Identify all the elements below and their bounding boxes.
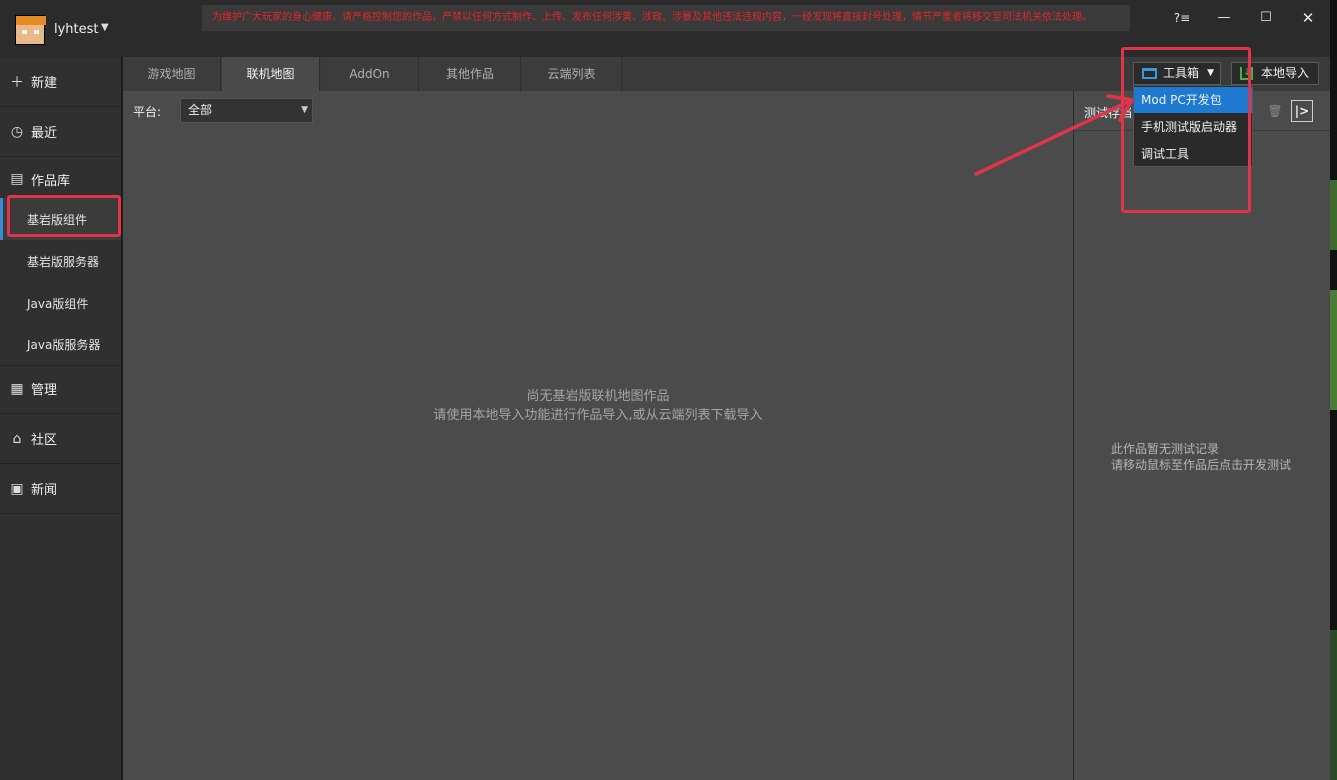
edge-patch (1330, 630, 1337, 780)
background-window-edge (1330, 0, 1337, 780)
sidebar-item-label: 作品库 (31, 173, 71, 189)
help-button[interactable]: ?≡ (1170, 8, 1194, 28)
plus-icon: ＋ (10, 74, 24, 91)
chevron-down-icon: ▼ (301, 105, 308, 115)
library-icon: ▤ (10, 171, 24, 187)
dashboard-icon: ▦ (10, 380, 24, 397)
avatar-hair (16, 16, 46, 25)
tab-game-maps[interactable]: 游戏地图 (123, 57, 221, 91)
empty-state: 尚无基岩版联机地图作品 请使用本地导入功能进行作品导入,或从云端列表下载导入 (123, 387, 1073, 425)
empty-state-title: 尚无基岩版联机地图作品 (526, 389, 670, 404)
avatar-eye-right (34, 30, 39, 34)
local-import-label: 本地导入 (1261, 66, 1310, 80)
works-content-area: 平台: 全部 ▼ 尚无基岩版联机地图作品 请使用本地导入功能进行作品导入,或从云… (123, 91, 1073, 780)
close-button[interactable]: ✕ (1296, 8, 1320, 28)
platform-select[interactable]: 全部 ▼ (180, 98, 313, 123)
platform-select-value: 全部 (188, 103, 213, 117)
sidebar-subitem-bedrock-servers[interactable]: 基岩版服务器 (0, 240, 121, 282)
sidebar-item-manage[interactable]: ▦ 管理 (0, 364, 121, 414)
sidebar-item-news[interactable]: ▣ 新闻 (0, 464, 121, 514)
tab-multiplayer-maps[interactable]: 联机地图 (222, 57, 320, 91)
sidebar-item-community[interactable]: ⌂ 社区 (0, 414, 121, 464)
annotation-arrow (974, 94, 1134, 176)
sidebar: ＋ 新建 ◷ 最近 ▤ 作品库 基岩版组件 基岩版服务器 Java版组件 Jav… (0, 57, 122, 780)
tab-bar: 游戏地图 联机地图 AddOn 其他作品 云端列表 (123, 57, 1073, 91)
username[interactable]: lyhtest (54, 22, 99, 37)
sidebar-subitem-label: Java版组件 (27, 296, 89, 311)
sidebar-subitem-java-servers[interactable]: Java版服务器 (0, 324, 121, 366)
user-menu-caret-icon[interactable]: ▼ (101, 22, 109, 33)
edge-patch (1330, 290, 1337, 410)
test-empty-state: 此作品暂无测试记录 请移动鼠标至作品后点击开发测试 (1111, 441, 1291, 473)
newspaper-icon: ▣ (10, 480, 24, 497)
sidebar-subitem-label: 基岩版服务器 (27, 254, 100, 269)
sidebar-item-label: 新闻 (31, 483, 58, 498)
tab-addon[interactable]: AddOn (321, 57, 419, 91)
sidebar-item-label: 社区 (31, 433, 58, 448)
trash-icon[interactable]: 🗑 (1264, 100, 1286, 122)
test-empty-hint: 请移动鼠标至作品后点击开发测试 (1111, 458, 1292, 472)
maximize-button[interactable]: ☐ (1254, 8, 1278, 28)
notice-banner: 为维护广大玩家的身心健康，请严格控制您的作品，严禁以任何方式制作、上传、发布任何… (202, 5, 1130, 31)
avatar-eye-left (22, 30, 27, 34)
tab-cloud-list[interactable]: 云端列表 (522, 57, 622, 91)
user-avatar[interactable] (15, 15, 46, 45)
expand-panel-icon[interactable]: |> (1291, 100, 1313, 122)
tab-other-works[interactable]: 其他作品 (420, 57, 521, 91)
sidebar-subitem-java-components[interactable]: Java版组件 (0, 282, 121, 324)
empty-state-hint: 请使用本地导入功能进行作品导入,或从云端列表下载导入 (433, 408, 763, 423)
clock-icon: ◷ (10, 123, 24, 140)
home-icon: ⌂ (12, 430, 22, 447)
sidebar-item-label: 最近 (31, 126, 58, 141)
sidebar-item-new[interactable]: ＋ 新建 (0, 57, 121, 107)
minimize-button[interactable]: — (1212, 8, 1236, 28)
sidebar-item-label: 新建 (31, 76, 58, 91)
edge-patch (1330, 180, 1337, 250)
sidebar-item-label: 管理 (31, 383, 58, 398)
platform-label: 平台: (133, 105, 162, 119)
test-empty-title: 此作品暂无测试记录 (1111, 442, 1220, 456)
sidebar-subitem-label: Java版服务器 (27, 338, 101, 352)
annotation-highlight-sidebar (7, 195, 121, 237)
sidebar-item-recent[interactable]: ◷ 最近 (0, 107, 121, 157)
